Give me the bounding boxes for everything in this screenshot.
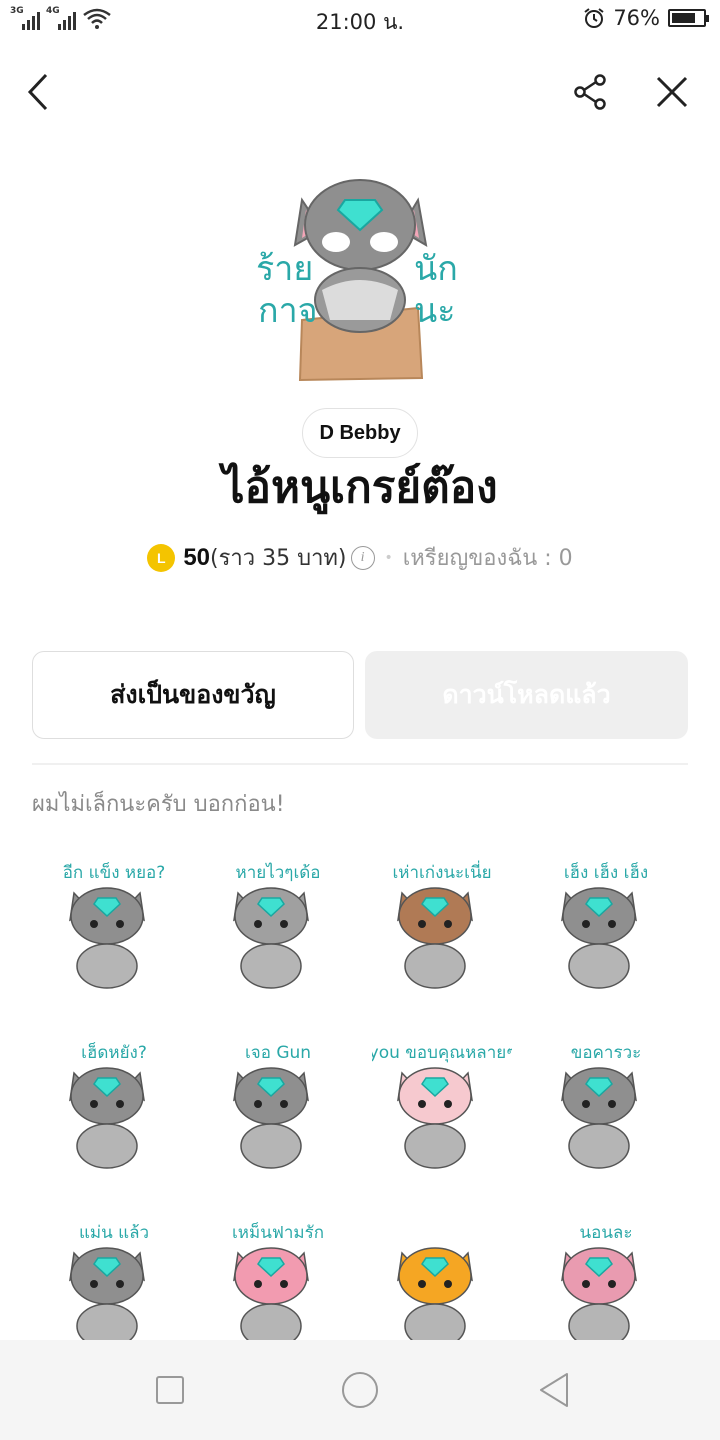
share-icon — [574, 74, 606, 110]
sticker-item[interactable]: เห่าเก่งนะเนี่ย — [360, 838, 524, 1018]
sticker-image: เฮ็ง เฮ็ง เฮ็ง — [561, 861, 648, 989]
send-as-gift-button[interactable]: ส่งเป็นของขวัญ — [32, 651, 354, 739]
sticker-item[interactable]: เฮ็ง เฮ็ง เฮ็ง — [524, 838, 688, 1018]
share-button[interactable] — [566, 68, 614, 116]
hero-caption-left-2: กาจ — [258, 291, 318, 331]
close-button[interactable] — [648, 68, 696, 116]
sticker-image: แม่น แล้ว — [69, 1223, 149, 1349]
sticker-image: you ขอบคุณหลายๆ — [372, 1043, 512, 1169]
status-right-group: 76% — [583, 6, 709, 30]
author-link[interactable]: D Bebby — [302, 408, 418, 458]
sticker-caption: เหม็นฟามรัก — [232, 1221, 324, 1243]
status-bar: 3G 4G 21:00 น. 76% — [0, 0, 720, 38]
sticker-item[interactable]: อีก แข็ง หยอ? — [32, 838, 196, 1018]
home-icon — [342, 1372, 378, 1408]
sticker-item[interactable]: หายไวๆเด้อ — [196, 838, 360, 1018]
sticker-caption: you ขอบคุณหลายๆ — [372, 1043, 512, 1063]
sticker-caption: เฮ็ง เฮ็ง เฮ็ง — [564, 861, 648, 883]
sticker-image: นอนละ — [561, 1223, 637, 1349]
info-icon[interactable]: i — [350, 545, 375, 570]
hero-caption-left-1: ร้าย — [256, 249, 313, 289]
my-coins-label: เหรียญของฉัน : 0 — [402, 546, 573, 571]
sticker-grid: อีก แข็ง หยอ? หายไวๆเด้อ เห่าเก่งนะเนี่ย เฮ… — [32, 838, 688, 1378]
battery-icon — [668, 9, 709, 27]
home-button[interactable] — [338, 1368, 382, 1412]
recent-apps-button[interactable] — [148, 1368, 192, 1412]
pack-description: ผมไม่เล็กนะครับ บอกก่อน! — [32, 792, 285, 817]
sticker-caption: เห่าเก่งนะเนี่ย — [392, 860, 491, 883]
sticker-caption: เจอ Gun — [245, 1043, 311, 1063]
back-arrow-icon — [27, 73, 48, 111]
back-icon — [540, 1373, 568, 1407]
price-approx: (ราว 35 บาท) — [210, 546, 347, 571]
close-icon — [656, 76, 688, 108]
downloaded-button: ดาวน์โหลดแล้ว — [365, 651, 688, 739]
price-row: L 50 (ราว 35 บาท) i • เหรียญของฉัน : 0 — [0, 540, 720, 575]
battery-percent: 76% — [613, 6, 660, 30]
sticker-image: เหม็นฟามรัก — [232, 1221, 324, 1349]
sticker-caption: แม่น แล้ว — [79, 1223, 149, 1243]
sticker-image: หายไวๆเด้อ — [233, 862, 321, 989]
sticker-caption: หายไวๆเด้อ — [236, 862, 321, 883]
system-nav-bar — [0, 1340, 720, 1440]
alarm-icon — [584, 8, 604, 28]
separator-dot: • — [384, 549, 393, 566]
sticker-image: เฮ็ดหยัง? — [69, 1041, 147, 1169]
sticker-caption: ขอคารวะ — [571, 1043, 642, 1063]
recent-apps-icon — [156, 1376, 184, 1404]
sticker-item[interactable]: you ขอบคุณหลายๆ — [360, 1018, 524, 1198]
divider — [32, 763, 688, 765]
sticker-image: ขอคารวะ — [561, 1043, 642, 1169]
sticker-image: เห่าเก่งนะเนี่ย — [392, 860, 492, 989]
price-value: 50 — [183, 543, 211, 571]
line-coin-icon: L — [147, 543, 176, 572]
page-title: ไอ้หนูเกรย์ต๊อง — [222, 462, 498, 513]
hero-caption-right-2: นะ — [414, 291, 456, 331]
sticker-caption: นอนละ — [579, 1223, 632, 1243]
sticker-caption: อีก แข็ง หยอ? — [63, 861, 166, 883]
system-back-button[interactable] — [532, 1368, 576, 1412]
sticker-item[interactable]: เฮ็ดหยัง? — [32, 1018, 196, 1198]
sticker-item[interactable]: เจอ Gun — [196, 1018, 360, 1198]
sticker-image: เจอ Gun — [233, 1043, 311, 1169]
sticker-caption: เฮ็ดหยัง? — [81, 1041, 147, 1063]
hero-sticker-image: ร้าย กาจ นัก นะ — [256, 179, 458, 382]
sticker-image — [397, 1247, 473, 1349]
hero-caption-right-1: นัก — [414, 249, 458, 289]
sticker-item[interactable]: ขอคารวะ — [524, 1018, 688, 1198]
back-button[interactable] — [14, 68, 62, 116]
sticker-image: อีก แข็ง หยอ? — [63, 861, 166, 989]
